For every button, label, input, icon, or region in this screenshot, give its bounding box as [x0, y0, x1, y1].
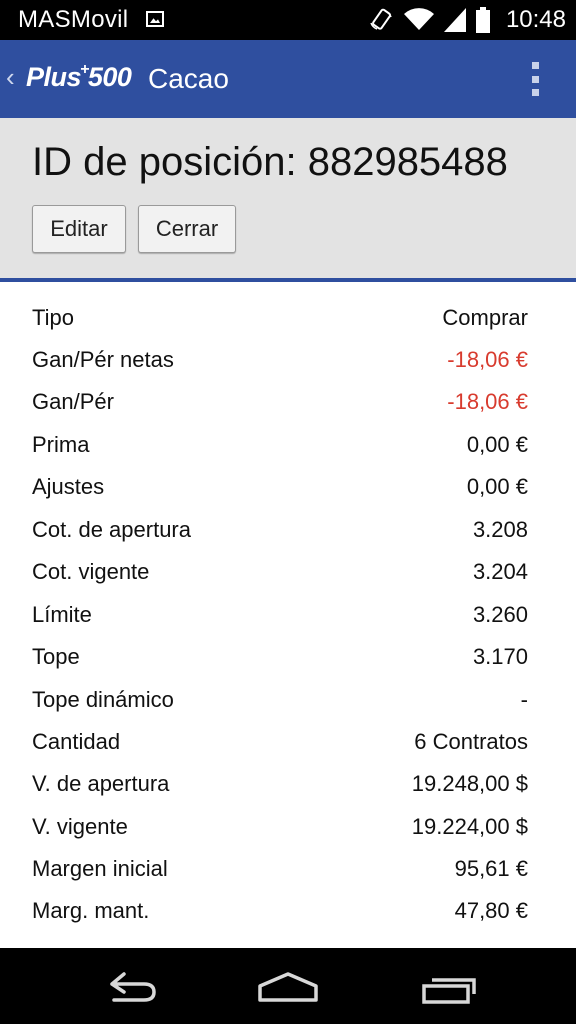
plus500-logo[interactable]: Plus+500: [26, 61, 132, 93]
detail-label: Cot. vigente: [32, 559, 150, 584]
detail-value: 3.208: [472, 517, 528, 542]
signal-icon: [443, 8, 466, 32]
detail-row-trailing-stop: Tope dinámico -: [32, 679, 528, 721]
detail-value: -: [520, 687, 528, 712]
back-chevron-icon[interactable]: ‹: [6, 62, 15, 93]
detail-value: Comprar: [442, 305, 528, 330]
detail-value: 3.170: [472, 644, 528, 669]
overflow-menu-icon[interactable]: [532, 62, 540, 96]
image-icon: [146, 11, 164, 27]
detail-value: 47,80 €: [454, 898, 528, 923]
detail-label: Gan/Pér: [32, 389, 114, 414]
detail-label: Prima: [32, 432, 90, 457]
back-icon[interactable]: [88, 962, 168, 1010]
detail-label: Tope: [32, 644, 80, 669]
edit-button[interactable]: Editar: [32, 205, 126, 253]
detail-label: V. vigente: [32, 814, 128, 839]
detail-label: Marg. mant.: [32, 898, 150, 923]
detail-label: Cantidad: [32, 729, 121, 754]
position-details-list: Tipo Comprar Gan/Pér netas -18,06 € Gan/Pé…: [0, 282, 576, 948]
carrier-name: MASMovil: [18, 6, 129, 33]
detail-row-net-pl: Gan/Pér netas -18,06 €: [32, 339, 528, 381]
detail-row-current-value: V. vigente 19.224,00 $: [32, 806, 528, 848]
home-icon[interactable]: [248, 962, 328, 1010]
detail-label: Gan/Pér netas: [32, 347, 174, 372]
detail-value: 3.260: [472, 602, 528, 627]
detail-label: Cot. de apertura: [32, 517, 191, 542]
detail-value: 0,00 €: [466, 432, 528, 457]
detail-value: 19.224,00 $: [411, 814, 528, 839]
detail-label: Ajustes: [32, 474, 105, 499]
detail-row-current-rate: Cot. vigente 3.204: [32, 551, 528, 593]
detail-row-limit: Límite 3.260: [32, 594, 528, 636]
detail-value: 6 Contratos: [414, 729, 528, 754]
detail-row-quantity: Cantidad 6 Contratos: [32, 721, 528, 763]
close-position-button[interactable]: Cerrar: [138, 205, 236, 253]
detail-label: Tipo: [32, 305, 74, 330]
recent-apps-icon[interactable]: [408, 962, 488, 1010]
detail-value: -18,06 €: [447, 389, 528, 414]
detail-row-pl: Gan/Pér -18,06 €: [32, 381, 528, 423]
position-id-title: ID de posición: 882985488: [32, 140, 508, 184]
detail-label: Tope dinámico: [32, 687, 174, 712]
detail-label: V. de apertura: [32, 771, 170, 796]
detail-label: Límite: [32, 602, 92, 627]
detail-row-initial-margin: Margen inicial 95,61 €: [32, 848, 528, 890]
clock: 10:48: [505, 6, 566, 33]
status-bar: MASMovil 10:48: [0, 0, 576, 40]
instrument-title: Cacao: [148, 63, 229, 94]
detail-value: 95,61 €: [454, 856, 528, 881]
detail-row-stop: Tope 3.170: [32, 636, 528, 678]
system-nav-bar: [0, 948, 576, 1024]
detail-value: 19.248,00 $: [411, 771, 528, 796]
detail-value: 3.204: [472, 559, 528, 584]
battery-icon: [475, 7, 490, 33]
position-header: ID de posición: 882985488 Editar Cerrar: [0, 118, 576, 278]
rotate-icon: [370, 8, 392, 30]
wifi-icon: [403, 8, 434, 30]
detail-row-adjustments: Ajustes 0,00 €: [32, 466, 528, 508]
detail-value: -18,06 €: [447, 347, 528, 372]
detail-value: 0,00 €: [466, 474, 528, 499]
detail-row-premium: Prima 0,00 €: [32, 424, 528, 466]
detail-row-maintenance-margin: Marg. mant. 47,80 €: [32, 890, 528, 932]
detail-label: Margen inicial: [32, 856, 168, 881]
app-bar: ‹ Plus+500 Cacao: [0, 40, 576, 118]
detail-row-tipo: Tipo Comprar: [32, 297, 528, 339]
detail-row-open-rate: Cot. de apertura 3.208: [32, 509, 528, 551]
detail-row-open-value: V. de apertura 19.248,00 $: [32, 763, 528, 805]
